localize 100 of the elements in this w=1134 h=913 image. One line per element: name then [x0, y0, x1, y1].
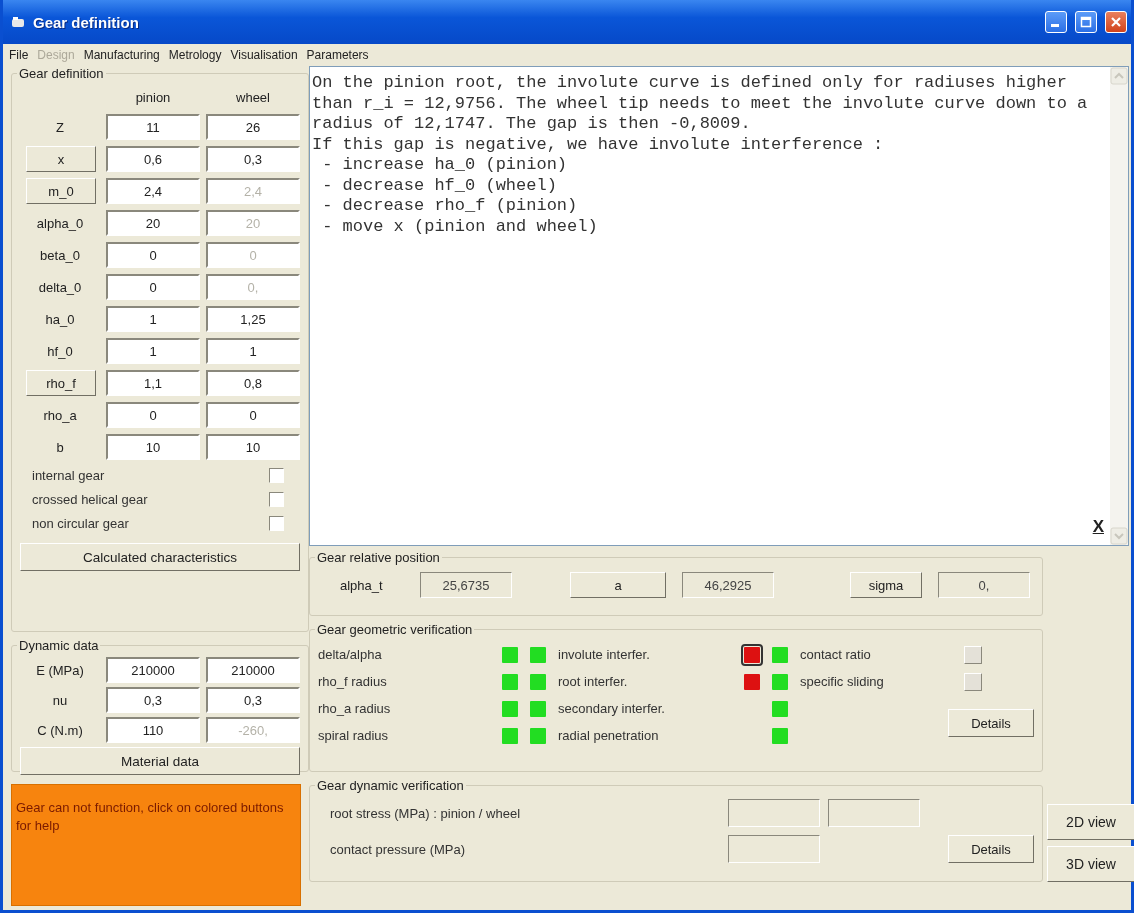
- check-label: specific sliding: [800, 674, 885, 689]
- parameter-button[interactable]: rho_f: [26, 370, 96, 396]
- check-label: radial penetration: [558, 728, 660, 743]
- input-field[interactable]: 10: [206, 434, 300, 460]
- message-line: - decrease rho_f (pinion): [321, 196, 579, 217]
- check-label: rho_a radius: [318, 701, 392, 716]
- input-field[interactable]: 0,6: [106, 146, 200, 172]
- input-field[interactable]: 11: [106, 114, 200, 140]
- parameter-button[interactable]: a: [570, 572, 666, 598]
- check-label: delta/alpha: [318, 647, 383, 662]
- output-field: 46,2925: [682, 572, 774, 598]
- parameter-button[interactable]: sigma: [850, 572, 922, 598]
- status-indicator[interactable]: [744, 673, 760, 690]
- message-line: - increase ha_0 (pinion): [321, 155, 569, 176]
- check-label: secondary interfer.: [558, 701, 666, 716]
- input-field[interactable]: 110: [106, 717, 200, 743]
- result-label: root stress (MPa) : pinion / wheel: [330, 805, 522, 821]
- input-field[interactable]: 0: [106, 242, 200, 268]
- parameter-label: nu: [51, 692, 69, 708]
- group-title: Gear geometric verification: [317, 622, 473, 637]
- input-field[interactable]: 1: [106, 306, 200, 332]
- close-button[interactable]: [1105, 11, 1127, 33]
- input-field[interactable]: 0: [106, 274, 200, 300]
- status-indicator[interactable]: [744, 646, 760, 663]
- input-field[interactable]: 0,3: [206, 687, 300, 713]
- input-field[interactable]: 1,1: [106, 370, 200, 396]
- minimize-icon: [1051, 23, 1059, 27]
- input-field[interactable]: 1,25: [206, 306, 300, 332]
- parameter-label: delta_0: [37, 279, 83, 295]
- input-field[interactable]: 210000: [206, 657, 300, 683]
- checkbox[interactable]: [269, 467, 284, 483]
- menu-item[interactable]: File: [9, 48, 29, 62]
- group-title: Gear definition: [19, 66, 104, 81]
- minimize-button[interactable]: [1045, 11, 1067, 33]
- check-label: contact ratio: [800, 647, 872, 662]
- column-header: pinion: [134, 89, 172, 105]
- calculate-button[interactable]: Calculated characteristics: [20, 543, 300, 571]
- window-icon: [11, 16, 25, 28]
- scrollbar[interactable]: [1110, 67, 1128, 545]
- output-field: 25,6735: [420, 572, 512, 598]
- message-line: On the pinion root, the involute curve is defined only for radiuses higher: [312, 73, 1068, 94]
- clear-button[interactable]: X: [1092, 517, 1104, 537]
- column-header: wheel: [235, 89, 271, 105]
- close-icon: [1110, 16, 1122, 28]
- status-indicator[interactable]: [964, 645, 982, 664]
- check-label: spiral radius: [318, 728, 390, 743]
- details-button[interactable]: Details: [948, 709, 1034, 737]
- parameter-label: C (N.m): [36, 722, 84, 738]
- window-title: Gear definition: [33, 13, 140, 31]
- menu-item[interactable]: Manufacturing: [83, 48, 160, 62]
- parameter-button[interactable]: m_0: [26, 178, 96, 204]
- input-field[interactable]: 1: [206, 338, 300, 364]
- menu-item[interactable]: Parameters: [306, 48, 369, 62]
- parameter-label: ha_0: [44, 311, 76, 327]
- check-label: rho_f radius: [318, 674, 388, 689]
- message-line: - move x (pinion and wheel): [321, 216, 599, 237]
- message-line: - decrease hf_0 (wheel): [321, 175, 558, 196]
- checkbox[interactable]: [269, 491, 284, 507]
- parameter-label: E (MPa): [35, 662, 85, 678]
- parameter-label: hf_0: [46, 343, 74, 359]
- checkbox-label: internal gear: [32, 467, 105, 483]
- input-field[interactable]: 26: [206, 114, 300, 140]
- menu-item[interactable]: Visualisation: [230, 48, 298, 62]
- parameter-label: alpha_t: [340, 577, 384, 593]
- parameter-label: alpha_0: [35, 215, 85, 231]
- parameter-label: b: [55, 439, 65, 455]
- parameter-button[interactable]: x: [26, 146, 96, 172]
- input-field[interactable]: 0: [106, 402, 200, 428]
- result-label: contact pressure (MPa): [330, 841, 467, 857]
- scroll-up-icon[interactable]: [1110, 67, 1128, 85]
- scroll-down-icon[interactable]: [1110, 527, 1128, 545]
- message-line: If this gap is negative, we have involute interference :: [312, 134, 885, 155]
- input-field[interactable]: 210000: [106, 657, 200, 683]
- input-field[interactable]: 0,3: [106, 687, 200, 713]
- status-message: Gear can not function, click on colored buttons for help: [11, 784, 301, 906]
- parameter-label: beta_0: [39, 247, 81, 263]
- checkbox-label: crossed helical gear: [32, 491, 148, 507]
- view-button[interactable]: 3D view: [1047, 846, 1134, 882]
- checkbox[interactable]: [269, 515, 284, 531]
- maximize-button[interactable]: [1075, 11, 1097, 33]
- input-field[interactable]: 0,3: [206, 146, 300, 172]
- status-indicator[interactable]: [964, 672, 982, 691]
- group-title: Gear relative position: [317, 550, 440, 565]
- menu-item[interactable]: Metrology: [168, 48, 222, 62]
- input-field[interactable]: 20: [106, 210, 200, 236]
- maximize-icon: [1080, 16, 1092, 28]
- input-field[interactable]: 0: [206, 402, 300, 428]
- parameter-label: rho_a: [42, 407, 78, 423]
- material-button[interactable]: Material data: [20, 747, 300, 775]
- parameter-label: Z: [55, 119, 65, 135]
- input-field[interactable]: 1: [106, 338, 200, 364]
- input-field[interactable]: 2,4: [106, 178, 200, 204]
- input-field[interactable]: 10: [106, 434, 200, 460]
- message-line: radius of 12,1747. The gap is then -0,8009.: [312, 114, 752, 135]
- details-button[interactable]: Details: [948, 835, 1034, 863]
- check-label: root interfer.: [558, 674, 629, 689]
- view-button[interactable]: 2D view: [1047, 804, 1134, 840]
- checkbox-label: non circular gear: [32, 515, 129, 531]
- group-title: Dynamic data: [19, 638, 99, 653]
- input-field[interactable]: 0,8: [206, 370, 300, 396]
